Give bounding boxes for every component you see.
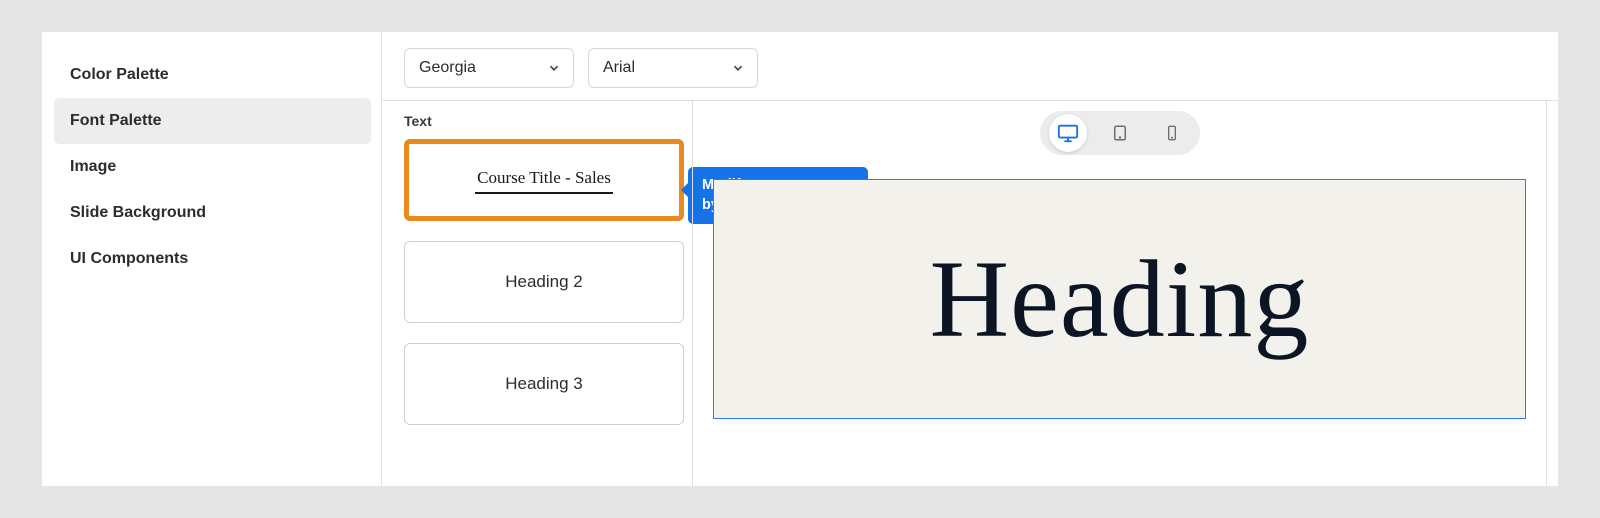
device-desktop-button[interactable] <box>1049 114 1087 152</box>
font-selector-row: Georgia Arial <box>382 32 1558 101</box>
content-row: Text Course Title - Sales Heading 2 Head… <box>382 101 1558 486</box>
primary-font-value: Georgia <box>419 59 476 77</box>
preview-heading-text: Heading <box>930 236 1310 363</box>
preset-section-label: Text <box>404 113 692 129</box>
sidebar-item-ui-components[interactable]: UI Components <box>54 236 371 282</box>
chevron-down-icon <box>547 61 561 75</box>
preset-card-heading-2[interactable]: Heading 2 <box>404 241 684 323</box>
sidebar: Color Palette Font Palette Image Slide B… <box>42 32 382 486</box>
sidebar-item-slide-background[interactable]: Slide Background <box>54 190 371 236</box>
preset-label: Heading 3 <box>505 374 583 394</box>
secondary-font-value: Arial <box>603 59 635 77</box>
main-panel: Georgia Arial Text Course Title - Sales … <box>382 32 1558 486</box>
preview-canvas[interactable]: Heading <box>713 179 1526 419</box>
chevron-down-icon <box>731 61 745 75</box>
mobile-icon <box>1164 125 1180 141</box>
device-switcher <box>1040 111 1200 155</box>
app-window: Color Palette Font Palette Image Slide B… <box>42 32 1558 486</box>
primary-font-select[interactable]: Georgia <box>404 48 574 88</box>
preview-column: Heading <box>692 101 1546 486</box>
device-tablet-button[interactable] <box>1101 114 1139 152</box>
sidebar-item-image[interactable]: Image <box>54 144 371 190</box>
desktop-icon <box>1057 122 1079 144</box>
preset-card-course-title[interactable]: Course Title - Sales <box>404 139 684 221</box>
preset-label: Heading 2 <box>505 272 583 292</box>
preset-column: Text Course Title - Sales Heading 2 Head… <box>382 101 692 486</box>
preset-name-input[interactable]: Course Title - Sales <box>475 166 613 194</box>
tablet-icon <box>1111 124 1129 142</box>
device-mobile-button[interactable] <box>1153 114 1191 152</box>
sidebar-item-font-palette[interactable]: Font Palette <box>54 98 371 144</box>
right-rail <box>1546 101 1558 486</box>
sidebar-item-color-palette[interactable]: Color Palette <box>54 52 371 98</box>
preset-card-heading-3[interactable]: Heading 3 <box>404 343 684 425</box>
secondary-font-select[interactable]: Arial <box>588 48 758 88</box>
